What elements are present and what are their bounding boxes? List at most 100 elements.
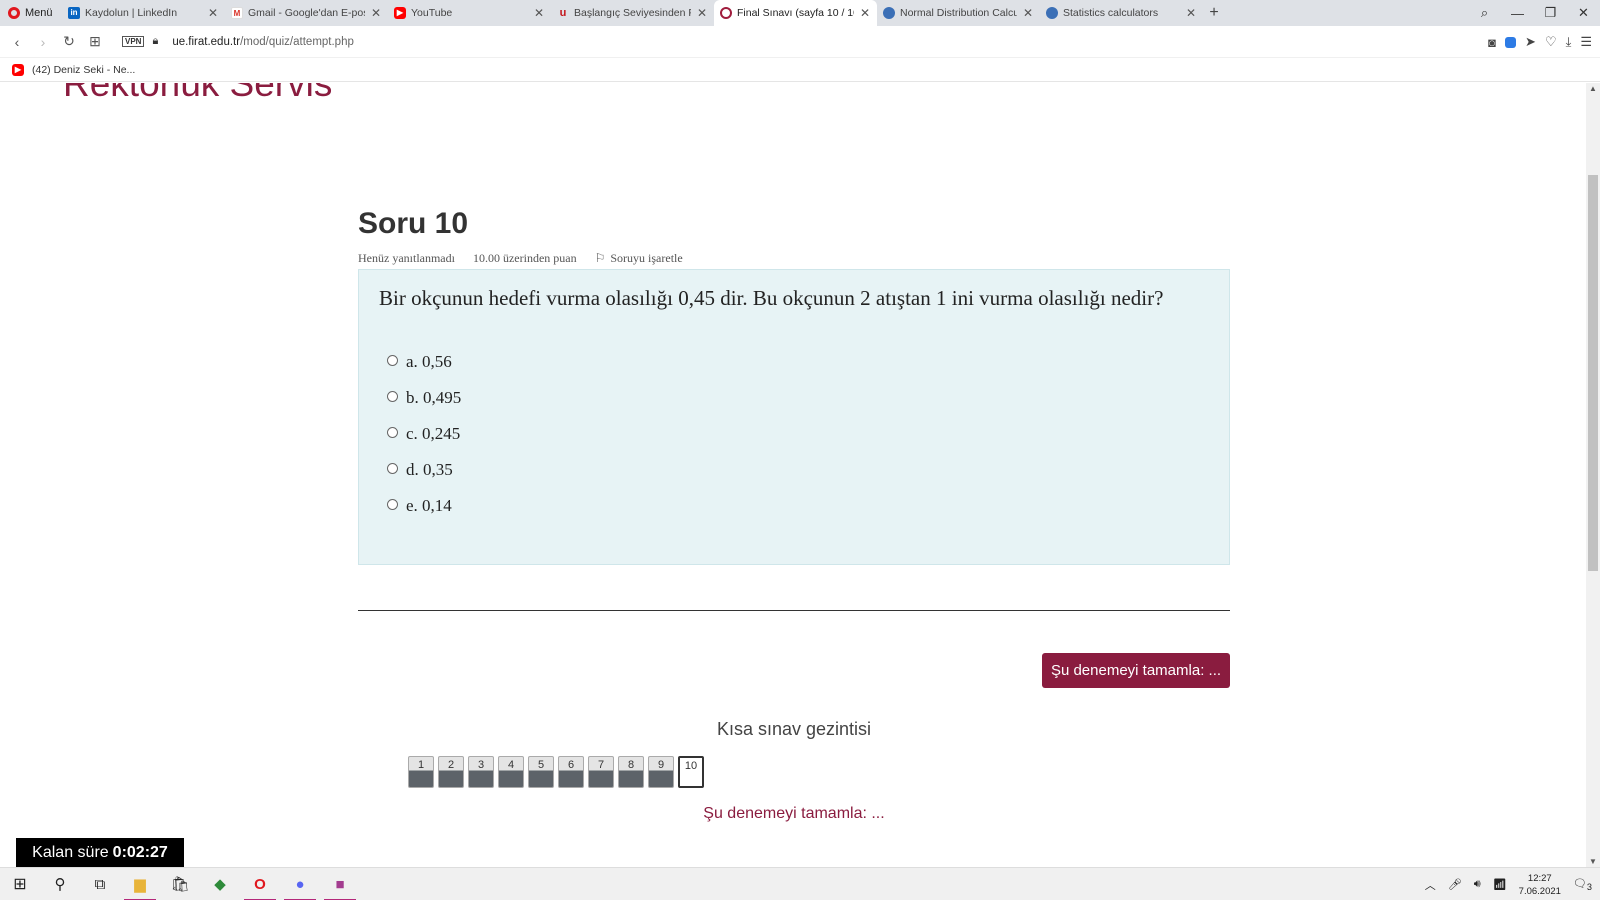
answer-option-b[interactable]: b. 0,495 <box>379 380 1209 416</box>
file-explorer-icon[interactable]: ▆ <box>120 868 160 900</box>
notification-center-icon[interactable]: 🗨︎3 <box>1573 877 1592 892</box>
task-view-icon[interactable]: ⧉ <box>80 868 120 900</box>
quiz-nav-button[interactable]: 3 <box>468 756 494 788</box>
discord-icon[interactable]: ● <box>280 868 320 900</box>
tab-title: YouTube <box>411 7 453 19</box>
radio-button[interactable] <box>387 355 398 366</box>
close-icon[interactable]: ✕ <box>533 6 545 20</box>
browser-tab-strip: Menü in Kaydolun | LinkedIn ✕ M Gmail - … <box>0 0 1600 26</box>
lock-icon[interactable]: 🔒︎ <box>152 35 158 48</box>
tab-udemy[interactable]: u Başlangıç Seviyesinden Pro ✕ <box>551 0 714 26</box>
radio-button[interactable] <box>387 463 398 474</box>
volume-icon[interactable]: 🔊︎ <box>1474 878 1481 891</box>
quiz-nav-button[interactable]: 5 <box>528 756 554 788</box>
tab-linkedin[interactable]: in Kaydolun | LinkedIn ✕ <box>62 0 225 26</box>
quiz-nav-button[interactable]: 7 <box>588 756 614 788</box>
site-title[interactable]: Rektörlük Servis <box>63 83 332 105</box>
close-icon[interactable]: ✕ <box>370 6 382 20</box>
opera-menu-button[interactable]: Menü <box>0 0 62 26</box>
youtube-icon: ▶ <box>394 7 406 19</box>
close-icon[interactable]: ✕ <box>1022 6 1034 20</box>
firat-university-icon <box>720 7 732 19</box>
new-tab-button[interactable]: + <box>1203 4 1225 22</box>
windows-start-icon[interactable]: ⊞ <box>0 868 40 900</box>
opera-icon[interactable]: O <box>240 868 280 900</box>
scroll-down-arrow-icon[interactable]: ▼ <box>1586 857 1600 866</box>
calculator-site-icon <box>1046 7 1058 19</box>
quiz-nav-button-current[interactable]: 10 <box>678 756 704 788</box>
question-status: Henüz yanıtlanmadı <box>358 251 455 265</box>
answer-option-e[interactable]: e. 0,14 <box>379 488 1209 524</box>
scroll-up-arrow-icon[interactable]: ▲ <box>1586 84 1600 93</box>
quiz-nav-button[interactable]: 2 <box>438 756 464 788</box>
tab-title: Statistics calculators <box>1063 7 1159 19</box>
send-icon[interactable]: ➤ <box>1525 34 1536 50</box>
quiz-nav-button[interactable]: 8 <box>618 756 644 788</box>
quiz-nav-button[interactable]: 4 <box>498 756 524 788</box>
tab-final-exam[interactable]: Final Sınavı (sayfa 10 / 10) ✕ <box>714 0 877 26</box>
network-icon[interactable]: 📶︎ <box>1493 878 1507 891</box>
adblock-shield-icon[interactable] <box>1505 36 1517 48</box>
speed-dial-icon[interactable]: ⊞ <box>82 33 108 50</box>
question-info: Henüz yanıtlanmadı 10.00 üzerinden puan … <box>358 251 683 266</box>
back-icon[interactable]: ‹ <box>4 34 30 50</box>
close-window-icon[interactable]: ✕ <box>1567 5 1600 21</box>
close-icon[interactable]: ✕ <box>1185 6 1197 20</box>
answer-label: e. 0,14 <box>406 496 452 515</box>
answer-label: a. 0,56 <box>406 352 452 371</box>
bookmarks-bar: ▶ (42) Deniz Seki - Ne... <box>0 58 1600 82</box>
tab-title: Normal Distribution Calcula <box>900 7 1017 19</box>
timer-value: 0:02:27 <box>112 843 168 861</box>
search-icon[interactable]: ⚲ <box>40 868 80 900</box>
store-icon[interactable]: 🛍︎ <box>160 868 200 900</box>
quiz-nav-button[interactable]: 1 <box>408 756 434 788</box>
scrollbar-thumb[interactable] <box>1588 175 1598 571</box>
tab-statistics-calculators[interactable]: Statistics calculators ✕ <box>1040 0 1203 26</box>
show-hidden-icons-icon[interactable]: ︿ <box>1425 877 1436 893</box>
quiz-timer: Kalan süre 0:02:27 <box>16 838 184 867</box>
flag-question-link[interactable]: ⚐ Soruyu işaretle <box>595 251 683 266</box>
snapshot-icon[interactable]: ◙ <box>1488 35 1496 50</box>
tab-gmail[interactable]: M Gmail - Google'dan E-posta ✕ <box>225 0 388 26</box>
radio-button[interactable] <box>387 391 398 402</box>
download-icon[interactable]: ⤓ <box>1566 34 1572 50</box>
tab-title: Başlangıç Seviyesinden Pro <box>574 7 691 19</box>
bookmark-item[interactable]: (42) Deniz Seki - Ne... <box>32 64 135 76</box>
answer-option-a[interactable]: a. 0,56 <box>379 344 1209 380</box>
tab-title: Gmail - Google'dan E-posta <box>248 7 365 19</box>
radio-button[interactable] <box>387 499 398 510</box>
close-icon[interactable]: ✕ <box>207 6 219 20</box>
forward-icon[interactable]: › <box>30 34 56 50</box>
radio-button[interactable] <box>387 427 398 438</box>
finish-attempt-button[interactable]: Şu denemeyi tamamla: ... <box>1042 653 1230 688</box>
restore-icon[interactable]: ❐ <box>1534 5 1567 21</box>
close-icon[interactable]: ✕ <box>859 6 871 20</box>
question-points: 10.00 üzerinden puan <box>472 251 577 265</box>
finish-attempt-link[interactable]: Şu denemeyi tamamla: ... <box>358 805 1230 823</box>
answer-option-d[interactable]: d. 0,35 <box>379 452 1209 488</box>
photo-app-icon[interactable]: ■ <box>320 868 360 900</box>
reload-icon[interactable]: ↻ <box>56 33 82 50</box>
app-icon[interactable]: ◆ <box>200 868 240 900</box>
quiz-nav-button[interactable]: 6 <box>558 756 584 788</box>
question-heading: Soru 10 <box>358 207 469 240</box>
divider <box>358 610 1230 611</box>
linkedin-icon: in <box>68 7 80 19</box>
close-icon[interactable]: ✕ <box>696 6 708 20</box>
url-field[interactable]: ue.firat.edu.tr/mod/quiz/attempt.php <box>172 36 354 48</box>
page-scrollbar[interactable]: ▲ ▼ <box>1586 83 1600 867</box>
gmail-icon: M <box>231 7 243 19</box>
quiz-navigation: 1 2 3 4 5 6 7 8 9 10 <box>408 756 704 788</box>
tab-normal-distribution[interactable]: Normal Distribution Calcula ✕ <box>877 0 1040 26</box>
easy-setup-icon[interactable]: ☰ <box>1580 34 1592 50</box>
tab-youtube[interactable]: ▶ YouTube ✕ <box>388 0 551 26</box>
heart-icon[interactable]: ♡ <box>1545 34 1557 50</box>
minimize-icon[interactable]: — <box>1501 6 1534 21</box>
answer-option-c[interactable]: c. 0,245 <box>379 416 1209 452</box>
windows-taskbar: ⊞ ⚲ ⧉ ▆ 🛍︎ ◆ O ● ■ ︿ 🎤︎ 🔊︎ 📶︎ 12:27 7.06… <box>0 867 1600 900</box>
system-clock[interactable]: 12:27 7.06.2021 <box>1519 872 1561 898</box>
search-tabs-icon[interactable]: ⌕ <box>1468 5 1501 21</box>
vpn-badge[interactable]: VPN <box>122 36 145 47</box>
quiz-nav-button[interactable]: 9 <box>648 756 674 788</box>
microphone-icon[interactable]: 🎤︎ <box>1448 878 1462 891</box>
